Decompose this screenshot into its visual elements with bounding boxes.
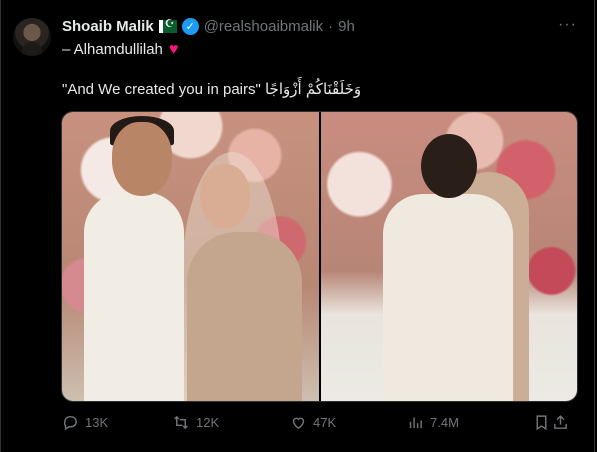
action-bar: 13K 12K 47K 7.4M [62,414,577,431]
wedding-photo-2[interactable] [320,112,577,401]
verified-badge-icon: ✓ [181,17,199,35]
author-avatar[interactable] [13,18,51,56]
author-handle[interactable]: @realshoaibmalik [204,18,323,35]
share-button[interactable] [552,414,569,431]
heart-icon [292,417,305,430]
media-grid [61,111,578,402]
tweet-line-2: "And We created you in pairs" وَخَلَقْنَ… [62,81,362,98]
reply-count: 13K [85,415,109,430]
reply-icon [63,416,77,431]
retweet-icon [174,415,188,430]
bride-head [200,164,250,228]
tweet-header: Shoaib Malik ✓ @realshoaibmalik · 9h [62,16,355,36]
tweet-line-1: – Alhamdullilah [62,41,163,58]
retweet-count: 12K [196,415,220,430]
author-name[interactable]: Shoaib Malik [62,18,154,35]
like-count: 47K [313,415,337,430]
more-icon[interactable]: ··· [558,16,577,34]
pakistan-flag-icon [158,17,177,33]
groom-head [420,134,477,198]
views-count: 7.4M [430,415,459,430]
groom-figure [382,194,513,401]
share-icon [554,415,567,429]
red-heart-icon: ♥ [168,41,179,58]
views-button[interactable]: 7.4M [407,414,525,431]
separator: · [328,17,334,35]
views-icon [409,417,422,429]
bookmark-icon [536,415,547,431]
groom-head [112,122,172,196]
reply-button[interactable]: 13K [62,414,172,431]
wedding-photo-1[interactable] [62,112,319,401]
tweet-time[interactable]: 9h [338,18,355,35]
tweet-text: – Alhamdullilah ♥ "And We created you in… [62,40,582,98]
retweet-button[interactable]: 12K [172,414,290,431]
bride-figure [187,232,302,401]
like-button[interactable]: 47K [290,414,407,431]
groom-figure [84,192,184,401]
bookmark-button[interactable] [533,414,550,431]
